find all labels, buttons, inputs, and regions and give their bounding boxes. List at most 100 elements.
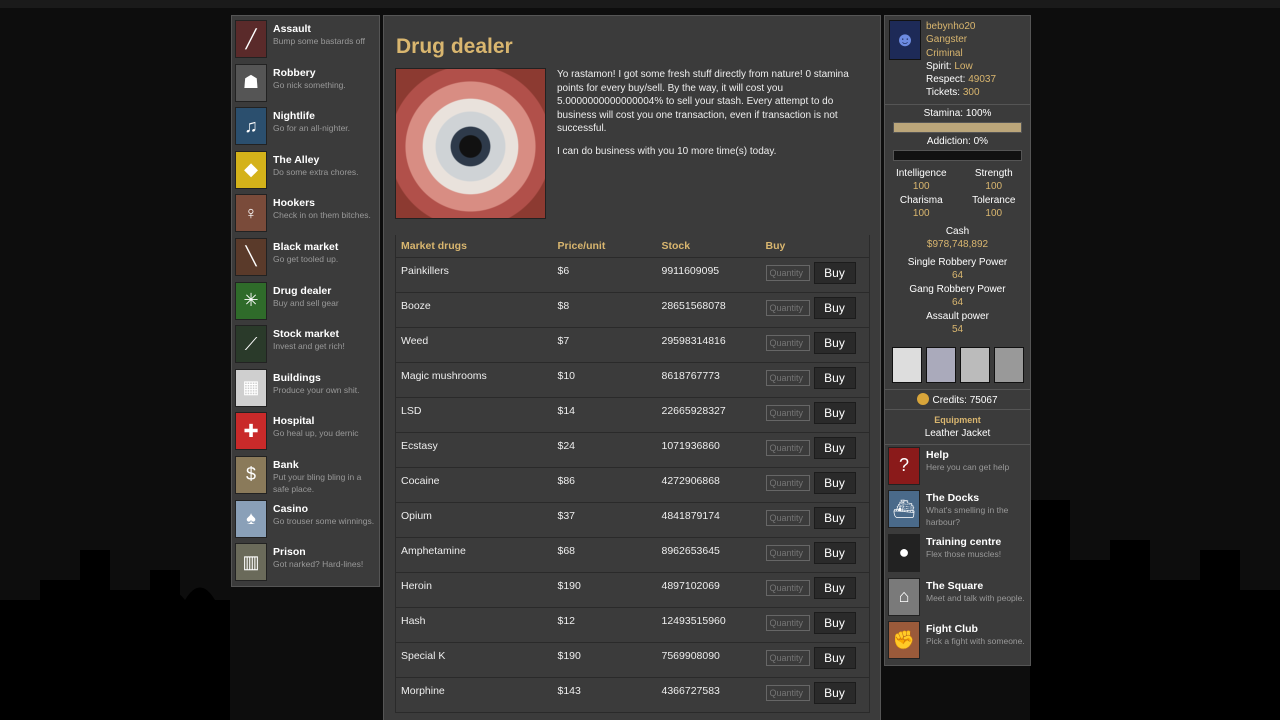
quick-links	[885, 346, 1030, 383]
quantity-input[interactable]	[765, 404, 810, 421]
nav-item-training-centre[interactable]: ● Training centre Flex those muscles!	[888, 533, 1027, 578]
top-bar	[0, 0, 1280, 8]
nav-item-title: The Alley	[273, 153, 320, 166]
buy-cell: Buy	[760, 642, 870, 678]
quantity-input[interactable]	[765, 439, 810, 456]
stock-cell: 9911609095	[656, 257, 761, 293]
nav-item-title: Hookers	[273, 197, 316, 210]
nav-item-casino[interactable]: ♠ Casino Go trouser some winnings.	[235, 499, 376, 544]
nav-item-description: Go heal up, you dernic	[273, 428, 359, 439]
page-title: Drug dealer	[396, 35, 513, 58]
nav-item-text: Robbery Go nick something.	[273, 64, 346, 91]
buy-button[interactable]: Buy	[813, 646, 856, 669]
avatar[interactable]: ☻	[889, 20, 921, 60]
buy-button[interactable]: Buy	[813, 576, 856, 599]
price-cell: $14	[552, 397, 657, 433]
equipment-block: Equipment Leather Jacket	[885, 410, 1030, 445]
buy-button[interactable]: Buy	[813, 506, 856, 529]
quantity-input[interactable]	[765, 509, 810, 526]
nav-item-fight-club[interactable]: ✊ Fight Club Pick a fight with someone.	[888, 621, 1027, 665]
nav-item-text: Assault Bump some bastards off	[273, 20, 365, 47]
quantity-input[interactable]	[765, 369, 810, 386]
building-icon: ▦	[235, 368, 267, 407]
nav-item-robbery[interactable]: ☗ Robbery Go nick something.	[235, 63, 376, 108]
stock-cell: 28651568078	[656, 292, 761, 328]
quantity-input[interactable]	[765, 684, 810, 701]
quantity-input[interactable]	[765, 299, 810, 316]
stock-cell: 4366727583	[656, 677, 761, 713]
notes-icon[interactable]	[891, 346, 922, 383]
price-cell: $10	[552, 362, 657, 398]
drug-name: Painkillers	[395, 257, 553, 293]
intelligence-value: 100	[912, 181, 930, 193]
nav-item-buildings[interactable]: ▦ Buildings Produce your own shit.	[235, 368, 376, 413]
nav-item-description: Go get tooled up.	[273, 253, 339, 264]
quantity-input[interactable]	[765, 614, 810, 631]
player-name[interactable]: bebynho20	[926, 20, 996, 33]
nav-item-text: Black market Go get tooled up.	[273, 238, 338, 265]
nav-item-nightlife[interactable]: ♫ Nightlife Go for an all-nighter.	[235, 107, 376, 151]
nav-item-help[interactable]: ? Help Here you can get help	[888, 446, 1027, 491]
nav-item-the-alley[interactable]: ◆ The Alley Do some extra chores.	[235, 150, 376, 195]
robber-icon: ☗	[235, 63, 267, 102]
nav-item-hospital[interactable]: ✚ Hospital Go heal up, you dernic	[235, 412, 376, 456]
player-panel: ☻ bebynho20 Gangster Criminal Spirit: Lo…	[884, 15, 1031, 666]
nav-item-stock-market[interactable]: ⟋ Stock market Invest and get rich!	[235, 325, 376, 369]
envelope-icon[interactable]	[925, 346, 956, 383]
drug-name: Booze	[395, 292, 553, 328]
nav-item-title: Prison	[273, 546, 306, 559]
nav-item-drug-dealer[interactable]: ✳ Drug dealer Buy and sell gear	[235, 281, 376, 326]
assault-power-value: 54	[951, 324, 964, 336]
quantity-input[interactable]	[765, 544, 810, 561]
buy-cell: Buy	[760, 467, 870, 503]
quantity-input[interactable]	[765, 334, 810, 351]
buy-button[interactable]: Buy	[813, 471, 856, 494]
buy-button[interactable]: Buy	[813, 296, 856, 319]
quantity-input[interactable]	[765, 649, 810, 666]
buy-button[interactable]: Buy	[813, 611, 856, 634]
nav-item-the-docks[interactable]: ⛴ The Docks What's smelling in the harbour…	[888, 490, 1027, 534]
nav-item-the-square[interactable]: ⌂ The Square Meet and talk with people.	[888, 577, 1027, 622]
equipment-value[interactable]: Leather Jacket	[885, 427, 1030, 440]
stock-cell: 29598314816	[656, 327, 761, 363]
nav-item-hookers[interactable]: ♀ Hookers Check in on them bitches.	[235, 194, 376, 238]
nav-item-text: Buildings Produce your own shit.	[273, 369, 359, 396]
nav-item-description: Go nick something.	[273, 79, 346, 90]
nav-item-description: Go trouser some winnings.	[273, 515, 375, 526]
nav-item-black-market[interactable]: ╲ Black market Go get tooled up.	[235, 237, 376, 282]
nav-item-assault[interactable]: ╱ Assault Bump some bastards off	[235, 20, 376, 64]
nav-item-title: Help	[926, 448, 949, 461]
stock-cell: 4841879174	[656, 502, 761, 538]
buy-button[interactable]: Buy	[813, 541, 856, 564]
buy-button[interactable]: Buy	[813, 436, 856, 459]
secondary-navigation: ? Help Here you can get help ⛴ The Docks What…	[885, 445, 1030, 667]
buy-cell: Buy	[760, 502, 870, 538]
buy-button[interactable]: Buy	[813, 331, 856, 354]
table-row: Special K$1907569908090 Buy	[395, 642, 870, 678]
quantity-input[interactable]	[765, 474, 810, 491]
stock-cell: 4272906868	[656, 467, 761, 503]
quantity-input[interactable]	[765, 264, 810, 281]
group-icon[interactable]	[993, 346, 1024, 383]
price-cell: $190	[552, 572, 657, 608]
charisma-value: 100	[912, 208, 930, 220]
question-icon: ?	[888, 446, 920, 485]
credits-value: Credits: 75067	[932, 394, 998, 406]
col-header-drug: Market drugs	[395, 235, 553, 258]
buy-button[interactable]: Buy	[813, 681, 856, 704]
nav-item-description: Buy and sell gear	[273, 297, 339, 308]
quantity-input[interactable]	[765, 579, 810, 596]
buy-button[interactable]: Buy	[813, 261, 856, 284]
stock-cell: 8962653645	[656, 537, 761, 573]
nav-item-title: The Square	[926, 579, 984, 592]
nav-item-text: The Docks What's smelling in the harbour?	[926, 490, 1027, 528]
nav-item-bank[interactable]: $ Bank Put your bling bling in a safe plac…	[235, 455, 376, 500]
buy-button[interactable]: Buy	[813, 401, 856, 424]
nav-item-prison[interactable]: ▥ Prison Got narked? Hard-lines!	[235, 543, 376, 587]
respect-row: Respect: 49037	[926, 73, 996, 86]
buy-button[interactable]: Buy	[813, 366, 856, 389]
credits-row[interactable]: Credits: 75067	[885, 388, 1030, 410]
buy-cell: Buy	[760, 362, 870, 398]
gang-icon[interactable]	[959, 346, 990, 383]
fist-icon: ✊	[888, 621, 920, 660]
